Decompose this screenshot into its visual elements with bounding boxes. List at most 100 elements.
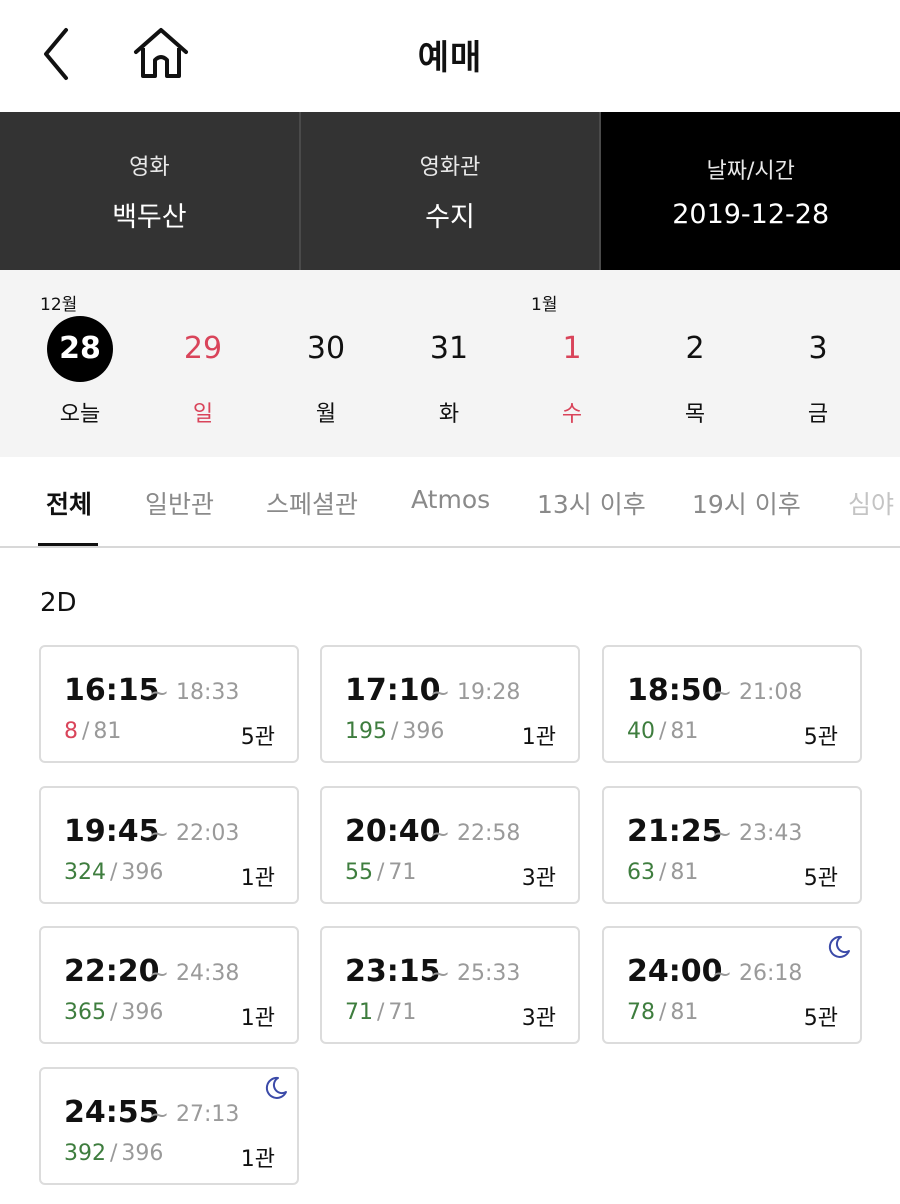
seat-count: 40/81 [627,719,698,744]
total-seats: 81 [670,719,699,744]
start-time: 24:55 [64,1095,160,1130]
moon-icon [828,935,850,958]
date-item[interactable]: 31 화 [389,316,509,428]
showtime-card[interactable]: 23:15 ~25:33 71/71 3관 [320,926,580,1044]
seat-count: 8/81 [64,719,121,744]
start-time: 23:15 [345,954,441,989]
showtime-card[interactable]: 19:45 ~22:03 324/396 1관 [39,786,299,904]
tab-special[interactable]: 스페셜관 [266,485,358,521]
start-time: 18:50 [627,673,723,708]
seat-separator: / [377,1000,385,1025]
seat-separator: / [391,719,399,744]
date-item[interactable]: 29 일 [143,316,263,428]
hall-number: 3관 [521,1006,556,1031]
selection-bar: 영화 백두산 영화관 수지 날짜/시간 2019-12-28 [0,112,900,270]
date-number: 1 [562,331,582,366]
end-time: 23:43 [739,821,803,846]
date-item[interactable]: 1수 [512,316,632,428]
time-separator: ~ [149,679,170,707]
available-seats: 324 [64,860,106,885]
theater-value: 수지 [425,201,475,233]
seat-count: 78/81 [627,1000,698,1025]
total-seats: 71 [388,1000,417,1025]
showtime-card[interactable]: 21:25 ~23:43 63/81 5관 [602,786,862,904]
hall-number: 5관 [803,1006,838,1031]
seat-count: 71/71 [345,1000,416,1025]
date-item[interactable]: 2목 [635,316,755,428]
movie-label: 영화 [129,154,170,180]
seat-count: 55/71 [345,860,416,885]
tab-all[interactable]: 전체 [46,485,92,521]
end-time: 18:33 [176,680,240,705]
date-number: 2 [685,331,705,366]
available-seats: 78 [627,1000,655,1025]
total-seats: 81 [670,860,699,885]
seat-count: 63/81 [627,860,698,885]
tab-standard[interactable]: 일반관 [145,485,214,521]
hall-number: 5관 [240,725,275,750]
date-weekday: 일 [192,402,214,427]
date-item[interactable]: 28 오늘 [20,316,140,428]
time-separator: ~ [149,820,170,848]
showtime-card[interactable]: 22:20 ~24:38 365/396 1관 [39,926,299,1044]
datetime-selector[interactable]: 날짜/시간 2019-12-28 [601,112,900,270]
date-number: 31 [429,331,469,366]
movie-value: 백두산 [112,201,187,233]
month-label-january: 1월 [531,295,558,315]
start-time: 22:20 [64,954,160,989]
available-seats: 365 [64,1000,106,1025]
tab-after-13[interactable]: 13시 이후 [537,485,646,521]
time-separator: ~ [149,1101,170,1129]
start-time: 21:25 [627,814,723,849]
end-time: 25:33 [457,961,521,986]
total-seats: 71 [388,860,417,885]
date-weekday: 화 [438,402,460,427]
showtime-card[interactable]: 24:00 ~26:18 78/81 5관 [602,926,862,1044]
theater-selector[interactable]: 영화관 수지 [300,112,602,270]
showtime-card[interactable]: 16:15 ~18:33 8/81 5관 [39,645,299,763]
total-seats: 81 [93,719,122,744]
start-time: 20:40 [345,814,441,849]
theater-label: 영화관 [419,154,481,180]
seat-separator: / [659,719,667,744]
date-item[interactable]: 3금 [758,316,878,428]
seat-count: 365/396 [64,1000,163,1025]
date-item[interactable]: 30 월 [266,316,386,428]
datetime-label: 날짜/시간 [706,158,795,184]
active-tab-indicator [38,543,98,546]
showtime-card[interactable]: 24:55 ~27:13 392/396 1관 [39,1067,299,1185]
date-weekday: 목 [684,402,706,427]
hall-number: 1관 [240,866,275,891]
showtime-card[interactable]: 17:10 ~19:28 195/396 1관 [320,645,580,763]
time-separator: ~ [712,820,733,848]
date-weekday: 월 [315,402,337,427]
date-number: 28 [47,316,113,382]
tab-after-19[interactable]: 19시 이후 [692,485,801,521]
tab-late-night[interactable]: 심야 [848,485,894,521]
time-separator: ~ [430,820,451,848]
date-number: 3 [808,331,828,366]
movie-selector[interactable]: 영화 백두산 [0,112,301,270]
moon-icon [265,1076,287,1099]
section-title: 2D [40,588,77,618]
tab-atmos[interactable]: Atmos [411,485,490,514]
seat-count: 324/396 [64,860,163,885]
start-time: 16:15 [64,673,160,708]
total-seats: 396 [121,1000,164,1025]
hall-number: 1관 [240,1006,275,1031]
available-seats: 63 [627,860,655,885]
seat-separator: / [659,860,667,885]
showtime-card[interactable]: 18:50 ~21:08 40/81 5관 [602,645,862,763]
date-strip: 1 2 월 1월 28 오늘 29 일 30 월 31 화 1 수 2 목 3 금 [0,270,900,457]
hall-number: 3관 [521,866,556,891]
top-bar: 예매 [0,0,900,112]
showtime-card[interactable]: 20:40 ~22:58 55/71 3관 [320,786,580,904]
total-seats: 396 [121,860,164,885]
time-separator: ~ [712,960,733,988]
time-separator: ~ [712,679,733,707]
time-separator: ~ [430,960,451,988]
hall-number: 1관 [521,725,556,750]
time-separator: ~ [430,679,451,707]
hall-number: 1관 [240,1147,275,1172]
date-weekday: 오늘 [59,402,101,427]
